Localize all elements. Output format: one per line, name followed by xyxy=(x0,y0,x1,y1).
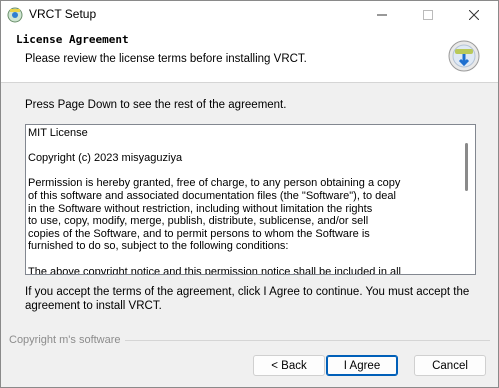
agree-button[interactable]: I Agree xyxy=(326,355,398,376)
license-textbox[interactable]: MIT License Copyright (c) 2023 misyaguzi… xyxy=(25,124,476,275)
maximize-button[interactable] xyxy=(405,1,451,29)
accept-instructions: If you accept the terms of the agreement… xyxy=(25,286,470,312)
page-header: License Agreement Please review the lice… xyxy=(1,29,498,83)
setup-window: VRCT Setup License Agreement Please revi… xyxy=(0,0,499,388)
install-disk-icon xyxy=(448,40,480,72)
instruction-text: Press Page Down to see the rest of the a… xyxy=(25,99,287,111)
close-icon xyxy=(469,10,479,20)
page-subtitle: Please review the license terms before i… xyxy=(25,53,307,65)
branding-divider xyxy=(125,340,490,341)
window-title: VRCT Setup xyxy=(29,7,97,21)
license-text: MIT License Copyright (c) 2023 misyaguzi… xyxy=(28,127,401,275)
license-scrollbar[interactable] xyxy=(460,125,475,274)
maximize-icon xyxy=(423,10,433,20)
minimize-button[interactable] xyxy=(359,1,405,29)
installer-icon xyxy=(7,7,23,23)
back-button[interactable]: < Back xyxy=(253,355,325,376)
close-button[interactable] xyxy=(451,1,497,29)
branding-text: Copyright m's software xyxy=(9,334,121,346)
page-title: License Agreement xyxy=(16,33,129,46)
title-bar: VRCT Setup xyxy=(1,1,498,29)
cancel-button[interactable]: Cancel xyxy=(414,355,486,376)
scrollbar-thumb[interactable] xyxy=(465,143,468,191)
minimize-icon xyxy=(377,14,387,16)
